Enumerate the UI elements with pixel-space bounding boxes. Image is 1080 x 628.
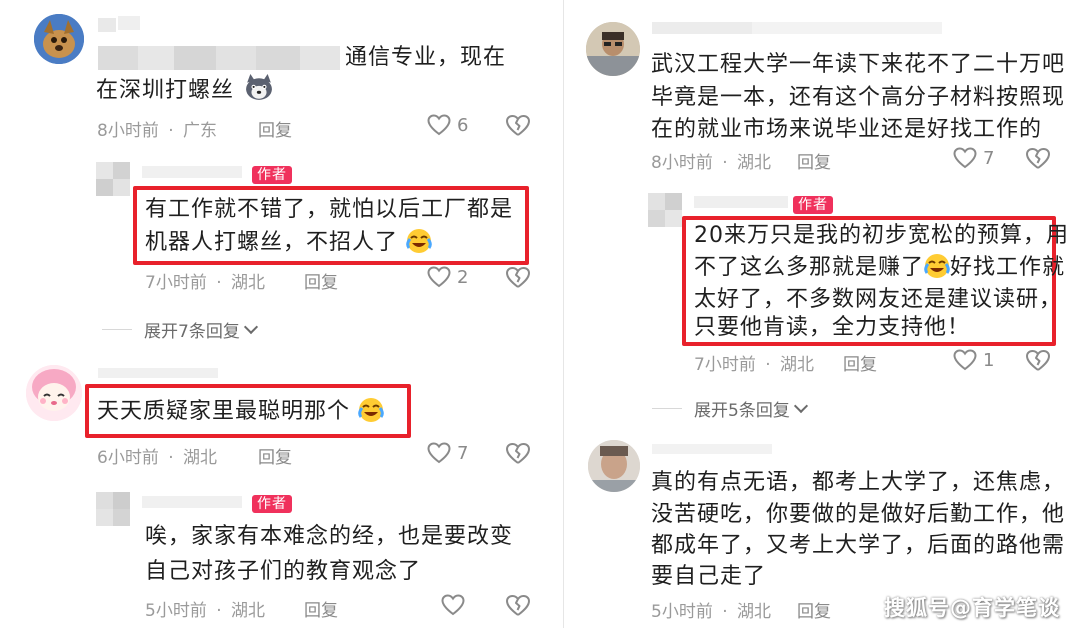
avatar[interactable] [26,365,82,421]
like-button[interactable]: 2 [427,266,468,288]
heart-outline-icon [953,147,977,169]
author-badge: 作者 [252,495,292,513]
blurred-username [98,368,218,384]
like-count: 2 [457,266,469,288]
cry-laugh-emoji [406,229,432,253]
reply-text: 20来万只是我的初步宽松的预算，用 [694,223,1069,248]
comment-meta: 5小时前 · 湖北 [651,602,772,622]
comment-meta: 8小时前 · 湖北 [651,153,772,173]
like-button[interactable]: 7 [953,147,994,169]
like-button[interactable]: 1 [953,349,994,371]
reply-button[interactable]: 回复 [843,350,877,375]
chevron-down-icon [243,319,258,335]
like-button[interactable]: 7 [427,442,468,464]
blurred-username [142,496,242,512]
comment-text: 要自己走了 [651,564,767,589]
husky-emoji [246,74,272,100]
comment-text: 没苦硬吃，你要做的是做好后勤工作，他 [651,502,1066,527]
reply-button[interactable]: 回复 [304,596,338,621]
like-button[interactable]: 6 [427,114,468,136]
like-count: 7 [457,442,469,464]
reply-text: 有工作就不错了，就怕以后工厂都是 [145,197,514,222]
reply-text: 机器人打螺丝，不招人了 [145,226,432,259]
column-divider [563,0,564,628]
broken-heart-icon[interactable] [1025,349,1051,373]
broken-heart-icon[interactable] [1025,147,1051,171]
reply-button[interactable]: 回复 [258,443,292,468]
reply-text: 只要他肯读，全力支持他！ [694,315,971,340]
like-button[interactable] [441,594,465,616]
broken-heart-icon[interactable] [505,442,531,466]
reply-meta: 7小时前 · 湖北 [145,273,266,293]
heart-outline-icon [953,349,977,371]
reply-text: 唉，家家有本难念的经，也是要改变 [145,524,514,549]
blurred-username [652,444,772,458]
comment-text: 天天质疑家里最聪明那个 [97,395,384,428]
cry-laugh-emoji [358,398,384,422]
reply-button[interactable]: 回复 [304,268,338,293]
comment-text: 武汉工程大学一年读下来花不了二十万吧 [651,52,1066,77]
avatar[interactable] [96,492,130,526]
reply-button[interactable]: 回复 [797,597,831,622]
watermark: 搜狐号@育学笔谈 [884,596,1060,620]
broken-heart-icon[interactable] [505,114,531,138]
comment-meta: 8小时前 · 广东 [97,121,218,141]
author-badge: 作者 [252,166,292,184]
chevron-down-icon [793,398,808,414]
heart-outline-icon [427,114,451,136]
blurred-username [694,196,788,212]
avatar[interactable] [586,22,640,76]
blurred-text [98,42,343,72]
avatar[interactable] [648,193,682,227]
expand-replies-button[interactable]: 展开7条回复 [102,317,258,342]
avatar[interactable] [96,162,130,196]
comment-text: 真的有点无语，都考上大学了，还焦虑， [651,470,1066,495]
comment-text: 都成年了，又考上大学了，后面的路他需 [651,533,1066,558]
like-count: 1 [983,349,995,371]
author-badge: 作者 [793,196,833,214]
expand-replies-button[interactable]: 展开5条回复 [652,396,808,421]
comment-text: 通信专业，现在 [345,45,507,70]
broken-heart-icon[interactable] [505,266,531,290]
reply-meta: 5小时前 · 湖北 [145,601,266,621]
blurred-username [652,22,942,40]
divider-line [102,329,132,330]
avatar[interactable] [588,440,640,492]
comment-meta: 6小时前 · 湖北 [97,448,218,468]
divider-line [652,408,682,409]
heart-outline-icon [441,594,465,616]
reply-text: 不了这么多那就是赚了 好找工作就 [694,254,1066,280]
reply-meta: 7小时前 · 湖北 [694,355,815,375]
comment-text: 在深圳打螺丝 [96,74,276,107]
cry-laugh-emoji [924,254,950,278]
blurred-username [98,14,238,34]
reply-button[interactable]: 回复 [258,116,292,141]
like-count: 6 [457,114,469,136]
heart-outline-icon [427,442,451,464]
like-count: 7 [983,147,995,169]
comment-text: 毕竟是一本，还有这个高分子材料按照现 [651,85,1066,110]
blurred-username [142,166,242,182]
reply-text: 自己对孩子们的教育观念了 [145,559,422,584]
avatar[interactable] [34,14,84,64]
comment-text: 在的就业市场来说毕业还是好找工作的 [651,117,1043,142]
reply-button[interactable]: 回复 [797,148,831,173]
broken-heart-icon[interactable] [505,594,531,618]
heart-outline-icon [427,266,451,288]
